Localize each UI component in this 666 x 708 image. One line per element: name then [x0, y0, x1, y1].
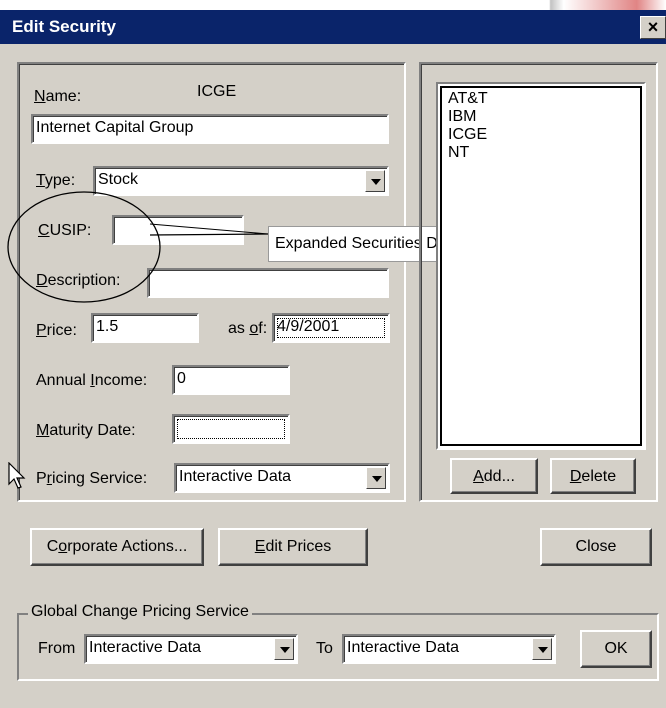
to-pricing-service-select[interactable]: Interactive Data: [342, 634, 556, 664]
security-symbol: ICGE: [197, 83, 237, 100]
focus-rectangle: [177, 419, 285, 439]
as-of-label: as of:: [228, 320, 268, 337]
from-label: From: [38, 640, 76, 657]
annual-income-field[interactable]: 0: [172, 365, 290, 395]
ok-button[interactable]: OK: [580, 630, 652, 668]
name-field[interactable]: Internet Capital Group: [31, 114, 389, 144]
annual-income-label: Annual Income:: [36, 372, 148, 389]
edit-prices-button[interactable]: Edit Prices: [218, 528, 368, 566]
price-label: Price:: [36, 322, 77, 339]
maturity-date-label: Maturity Date:: [36, 422, 136, 439]
chevron-down-icon[interactable]: [274, 638, 294, 660]
to-label: To: [316, 640, 333, 657]
close-window-button[interactable]: ×: [640, 16, 666, 39]
type-label: Type:: [36, 172, 76, 189]
list-item[interactable]: IBM: [448, 108, 476, 126]
annotation-pointer-line: [149, 233, 269, 236]
from-pricing-service-value: Interactive Data: [89, 639, 202, 656]
add-button[interactable]: Add...: [450, 458, 538, 494]
title-bar: Edit Security ×: [0, 10, 666, 44]
global-change-title: Global Change Pricing Service: [28, 603, 252, 621]
delete-button[interactable]: Delete: [550, 458, 636, 494]
close-icon: ×: [647, 17, 659, 37]
pricing-service-select[interactable]: Interactive Data: [174, 463, 390, 493]
securities-listbox[interactable]: AT&T IBM ICGE NT: [436, 82, 646, 450]
annotation-circle: [7, 191, 161, 303]
chevron-down-icon[interactable]: [532, 638, 552, 660]
chevron-down-icon[interactable]: [365, 170, 385, 192]
list-item[interactable]: ICGE: [448, 126, 487, 144]
type-select-value: Stock: [98, 171, 139, 188]
list-item[interactable]: AT&T: [448, 90, 488, 108]
close-button[interactable]: Close: [540, 528, 652, 566]
name-label: Name:: [34, 88, 82, 105]
mouse-pointer-icon: [8, 462, 26, 489]
pricing-service-label: Pricing Service:: [36, 470, 148, 487]
corporate-actions-button[interactable]: Corporate Actions...: [30, 528, 204, 566]
background-window-fragment: [520, 0, 666, 10]
annotation-pointer-line-2: [149, 223, 269, 235]
chevron-down-icon[interactable]: [366, 467, 386, 489]
list-item[interactable]: NT: [448, 144, 469, 162]
as-of-date-field[interactable]: 4/9/2001: [272, 313, 390, 343]
as-of-date-value: 4/9/2001: [277, 318, 340, 335]
maturity-date-field[interactable]: [172, 414, 290, 444]
listbox-frame: AT&T IBM ICGE NT: [440, 86, 642, 446]
window-title: Edit Security: [12, 17, 116, 36]
pricing-service-value: Interactive Data: [179, 468, 292, 485]
from-pricing-service-select[interactable]: Interactive Data: [84, 634, 298, 664]
to-pricing-service-value: Interactive Data: [347, 639, 460, 656]
top-strip: [0, 0, 666, 10]
price-field[interactable]: 1.5: [91, 313, 199, 343]
